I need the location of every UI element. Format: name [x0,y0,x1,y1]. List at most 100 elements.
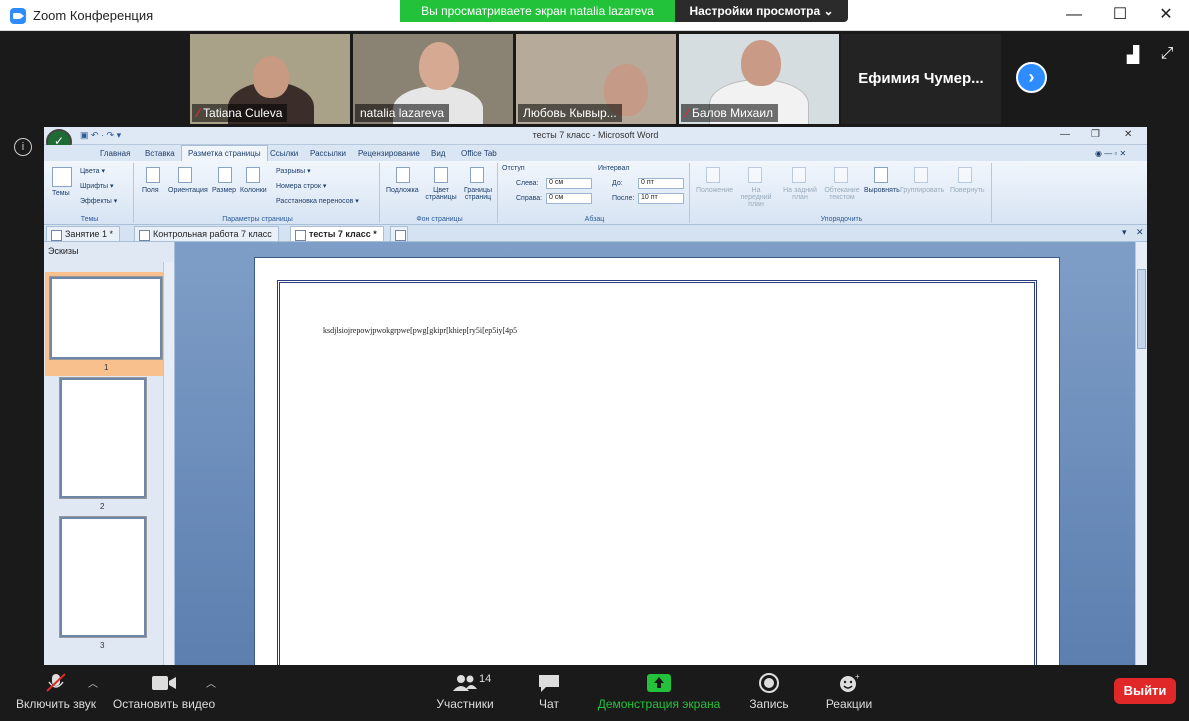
watermark-icon[interactable] [396,167,410,183]
group-icon[interactable] [914,167,928,183]
maximize-button[interactable]: ☐ [1097,0,1143,31]
spacing-before-input[interactable]: 0 пт [638,178,684,189]
vertical-scrollbar[interactable] [1135,242,1147,665]
stop-video-button[interactable]: Остановить видео [112,665,216,721]
themes-button[interactable]: Темы [52,190,70,197]
send-back-icon[interactable] [792,167,806,183]
participant-name-label: natalia lazareva [355,104,450,122]
meeting-info-icon[interactable]: i [14,138,32,156]
fonts-button[interactable]: Шрифты ▾ [80,182,114,190]
unmute-button[interactable]: Включить звук [10,665,102,721]
help-icon[interactable]: ◉ — ▫ ✕ [1089,147,1132,160]
indent-right-input[interactable]: 0 см [546,193,592,204]
view-layout-icon[interactable]: ▟ [1124,45,1142,64]
fullscreen-icon[interactable]: ⤢ [1158,45,1176,63]
leave-meeting-button[interactable]: Выйти [1114,678,1176,704]
tab-review[interactable]: Рецензирование [352,147,426,160]
indent-left-input[interactable]: 0 см [546,178,592,189]
participant-name-tile[interactable]: Ефимия Чумер... [841,34,1001,124]
audio-options-chevron-icon[interactable]: ︿ [88,675,98,690]
margins-icon[interactable] [146,167,160,183]
orientation-button[interactable]: Ориентация [168,187,208,194]
word-restore-icon[interactable]: ❐ [1091,129,1100,140]
tab-view[interactable]: Вид [425,147,451,160]
thumbnail-page[interactable] [59,516,147,638]
word-title-bar: ▣ ↶ · ↷ ▾ тесты 7 класс - Microsoft Word… [44,127,1147,155]
line-numbers-button[interactable]: Номера строк ▾ [276,182,326,190]
doc-tab[interactable]: Контрольная работа 7 класс [134,226,279,241]
new-tab-button[interactable] [390,226,408,241]
watermark-button[interactable]: Подложка [386,187,419,194]
paragraph-group: Отступ Слева: 0 см Справа: 0 см Интервал… [500,163,690,223]
rotate-icon[interactable] [958,167,972,183]
close-button[interactable]: ✕ [1143,0,1189,31]
tab-home[interactable]: Главная [94,147,136,160]
scrollbar-thumb[interactable] [1137,269,1146,349]
themes-icon[interactable] [52,167,72,187]
thumbnails-scrollbar[interactable] [163,262,174,665]
document-text[interactable]: ksdjlsiojrepowjpwokgrpwe[pwg[gkipr[khiep… [323,326,517,335]
word-minimize-icon[interactable]: — [1060,129,1070,140]
size-icon[interactable] [218,167,232,183]
indent-right-label: Справа: [516,195,543,202]
doc-tab[interactable]: Занятие 1 * [46,226,120,241]
position-icon[interactable] [706,167,720,183]
participants-button[interactable]: 14 Участники [430,665,500,721]
participant-tile[interactable]: natalia lazareva [353,34,513,124]
next-page-arrow-icon[interactable]: › [1016,62,1047,93]
bring-front-icon[interactable] [748,167,762,183]
minimize-button[interactable]: — [1051,0,1097,31]
page-color-button[interactable]: Цвет страницы [424,187,458,201]
rotate-button[interactable]: Повернуть [950,187,985,194]
tab-references[interactable]: Ссылки [264,147,304,160]
page-borders-icon[interactable] [470,167,484,183]
participant-tile[interactable]: ⁄ Балов Михаил [679,34,839,124]
zoom-title-bar: Zoom Конференция Вы просматриваете экран… [0,0,1189,31]
tab-list-icon[interactable]: ▾ [1122,227,1127,238]
page-color-icon[interactable] [434,167,448,183]
spacing-after-input[interactable]: 10 пт [638,193,684,204]
send-back-button[interactable]: На задний план [780,187,820,201]
position-button[interactable]: Положение [696,187,733,194]
group-label: Упорядочить [820,216,863,223]
reactions-button[interactable]: + Реакции [822,665,876,721]
thumbnail-page[interactable] [49,276,163,360]
breaks-button[interactable]: Разрывы ▾ [276,167,311,175]
thumbnail-page[interactable] [59,377,147,499]
participant-tile[interactable]: Любовь Кывыр... [516,34,676,124]
share-screen-button[interactable]: Демонстрация экрана [595,665,723,721]
share-screen-label: Демонстрация экрана [597,697,721,711]
thumbnails-pane: Эскизы 1 2 3 [44,242,175,665]
tab-insert[interactable]: Вставка [139,147,181,160]
document-tabs: Занятие 1 * Контрольная работа 7 класс т… [44,225,1147,242]
size-button[interactable]: Размер [212,187,236,194]
columns-button[interactable]: Колонки [240,187,267,194]
tab-page-layout[interactable]: Разметка страницы [181,145,268,161]
align-button[interactable]: Выровнять [864,187,900,194]
word-close-icon[interactable]: ✕ [1124,129,1132,140]
tab-mailings[interactable]: Рассылки [304,147,352,160]
video-options-chevron-icon[interactable]: ︿ [206,675,216,690]
document-page[interactable]: ksdjlsiojrepowjpwokgrpwe[pwg[gkipr[khiep… [254,257,1060,665]
orientation-icon[interactable] [178,167,192,183]
view-settings-button[interactable]: Настройки просмотра ⌄ [675,0,848,22]
margins-button[interactable]: Поля [142,187,159,194]
doc-tab-active[interactable]: тесты 7 класс * [290,226,384,241]
group-button[interactable]: Группировать [900,187,944,194]
tab-office-tab[interactable]: Office Tab [455,147,503,160]
spacing-label: Интервал [598,165,630,172]
bring-front-button[interactable]: На передний план [736,187,776,208]
columns-icon[interactable] [246,167,260,183]
hyphenation-button[interactable]: Расстановка переносов ▾ [276,197,359,205]
align-icon[interactable] [874,167,888,183]
tab-close-icon[interactable]: ✕ [1136,227,1144,238]
chat-button[interactable]: Чат [525,665,573,721]
text-wrap-icon[interactable] [834,167,848,183]
text-wrap-button[interactable]: Обтекание текстом [822,187,862,201]
participant-tile[interactable]: ⁄ Tatiana Culeva [190,34,350,124]
page-borders-button[interactable]: Границы страниц [460,187,496,201]
record-button[interactable]: Запись [745,665,793,721]
stop-video-label: Остановить видео [112,697,216,711]
colors-button[interactable]: Цвета ▾ [80,167,105,175]
effects-button[interactable]: Эффекты ▾ [80,197,117,205]
